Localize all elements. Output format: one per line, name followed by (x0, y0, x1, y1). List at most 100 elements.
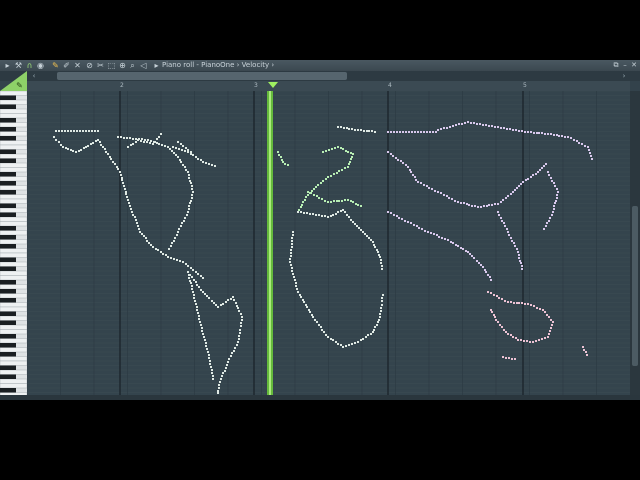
vertical-scroll-thumb[interactable] (632, 206, 638, 366)
note (496, 295, 498, 297)
note-grid-canvas[interactable] (27, 91, 630, 395)
white-key (0, 360, 27, 366)
pencil-icon[interactable]: ✎ (51, 61, 60, 70)
playback-icon[interactable]: ⌕ (128, 61, 137, 70)
note (480, 206, 482, 208)
white-key (0, 122, 27, 128)
note (536, 307, 538, 309)
note (97, 139, 99, 141)
note (317, 184, 319, 186)
note (387, 151, 389, 153)
note (290, 264, 292, 266)
note (140, 140, 142, 142)
horizontal-scroll-thumb[interactable] (57, 72, 347, 80)
note (550, 327, 552, 329)
note (378, 254, 380, 256)
magnet-icon[interactable]: ∩ (25, 61, 34, 70)
note (171, 150, 173, 152)
note (512, 336, 514, 338)
note (331, 148, 333, 150)
note (521, 268, 523, 270)
restore-button[interactable]: ⧉ (612, 61, 620, 70)
zoom-icon[interactable]: ⊕ (118, 61, 127, 70)
note (547, 171, 549, 173)
note (467, 121, 469, 123)
note (476, 260, 478, 262)
note (507, 333, 509, 335)
stamp-icon[interactable]: ◉ (36, 61, 45, 70)
note (465, 250, 467, 252)
note (323, 331, 325, 333)
note (514, 245, 516, 247)
note (365, 336, 367, 338)
piano-keys[interactable] (0, 91, 27, 395)
white-key (0, 131, 27, 137)
white-key (0, 230, 27, 236)
note (366, 235, 368, 237)
playhead-marker[interactable] (268, 82, 278, 88)
note (370, 239, 372, 241)
window-title[interactable]: Piano roll - PianoOne › Velocity › (162, 60, 274, 71)
note (186, 214, 188, 216)
note (208, 163, 210, 165)
note (490, 292, 492, 294)
note (368, 130, 370, 132)
note (291, 267, 293, 269)
note (64, 130, 66, 132)
note (189, 202, 191, 204)
note (354, 223, 356, 225)
close-button[interactable]: ✕ (630, 61, 638, 70)
mute-icon[interactable]: ⊘ (85, 61, 94, 70)
white-key (0, 329, 27, 335)
note (322, 151, 324, 153)
note (327, 216, 329, 218)
note (460, 202, 462, 204)
note (523, 340, 525, 342)
wrench-icon[interactable]: ⚒ (14, 61, 23, 70)
note (352, 221, 354, 223)
note (175, 154, 177, 156)
note (189, 280, 191, 282)
note (202, 277, 204, 279)
white-key (0, 252, 27, 258)
note (493, 294, 495, 296)
scroll-left-icon[interactable]: ‹ (30, 72, 38, 80)
note (184, 166, 186, 168)
note (240, 313, 242, 315)
speaker-icon[interactable]: ◁ (139, 61, 148, 70)
paint-brush-icon[interactable]: ✐ (62, 61, 71, 70)
note (180, 225, 182, 227)
piano-keyboard[interactable] (0, 91, 27, 395)
black-key (0, 343, 16, 348)
black-key (0, 266, 16, 271)
note (201, 330, 203, 332)
note (532, 174, 534, 176)
note (124, 188, 126, 190)
scroll-right-icon[interactable]: › (620, 72, 628, 80)
minimize-button[interactable]: – (621, 61, 629, 70)
note (506, 128, 508, 130)
note (345, 345, 347, 347)
note (351, 156, 353, 158)
note (552, 321, 554, 323)
note (350, 152, 352, 154)
note (156, 142, 158, 144)
note (494, 126, 496, 128)
vertical-scrollbar[interactable] (630, 91, 640, 395)
slice-icon[interactable]: ✂ (96, 61, 105, 70)
note (211, 300, 213, 302)
note (524, 303, 526, 305)
horizontal-scrollbar[interactable]: ‹ › (0, 71, 640, 81)
note (141, 138, 143, 140)
menu-arrow-icon[interactable]: ▸ (3, 61, 12, 70)
note (190, 153, 192, 155)
note (314, 319, 316, 321)
note (405, 131, 407, 133)
note-grid[interactable] (27, 91, 630, 395)
delete-icon[interactable]: ✕ (73, 61, 82, 70)
note (345, 150, 347, 152)
note (457, 245, 459, 247)
note (417, 131, 419, 133)
select-icon[interactable]: ⬚ (107, 61, 116, 70)
note (177, 156, 179, 158)
